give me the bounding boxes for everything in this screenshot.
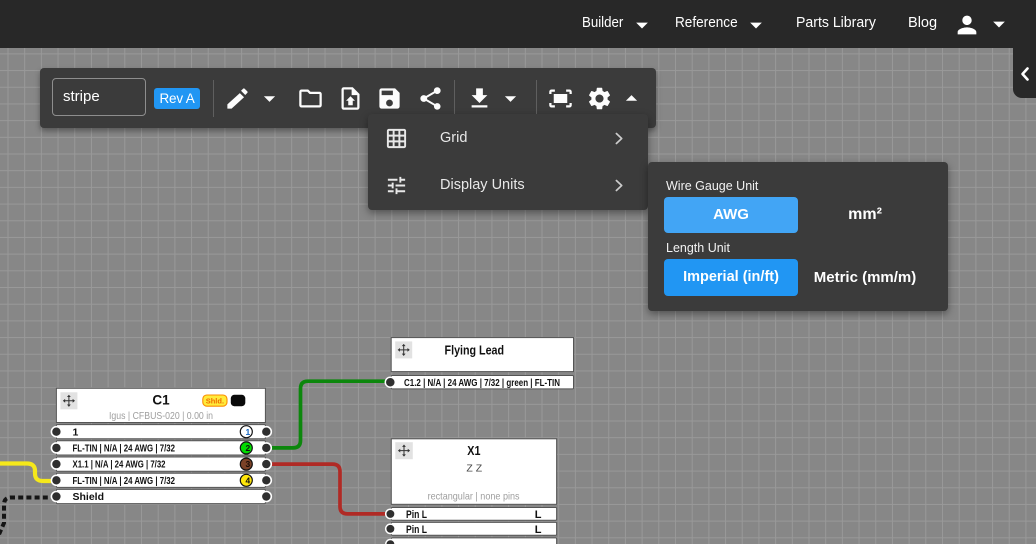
svg-text:L: L xyxy=(535,509,542,521)
svg-text:2: 2 xyxy=(246,443,251,453)
svg-text:Shld.: Shld. xyxy=(206,396,224,405)
svg-text:Flying Lead: Flying Lead xyxy=(445,344,505,358)
svg-text:Pin L: Pin L xyxy=(406,509,427,521)
svg-text:1: 1 xyxy=(73,426,79,438)
svg-text:1: 1 xyxy=(246,427,251,437)
svg-text:Igus | CFBUS-020 | 0.00 in: Igus | CFBUS-020 | 0.00 in xyxy=(109,411,213,422)
svg-text:L: L xyxy=(535,524,542,536)
svg-text:C1.2 | N/A | 24 AWG | 7/32 | g: C1.2 | N/A | 24 AWG | 7/32 | green | FL-… xyxy=(404,378,560,389)
svg-text:Shield: Shield xyxy=(73,491,105,503)
svg-text:FL-TIN | N/A | 24 AWG | 7/32: FL-TIN | N/A | 24 AWG | 7/32 xyxy=(73,443,176,455)
svg-text:Pin L: Pin L xyxy=(406,524,427,536)
svg-text:rectangular | none pins: rectangular | none pins xyxy=(428,491,520,503)
svg-text:3: 3 xyxy=(246,459,251,469)
svg-text:C1: C1 xyxy=(152,393,170,408)
svg-text:X1.1 | N/A | 24 AWG | 7/32: X1.1 | N/A | 24 AWG | 7/32 xyxy=(73,459,166,471)
svg-text:FL-TIN | N/A | 24 AWG | 7/32: FL-TIN | N/A | 24 AWG | 7/32 xyxy=(73,475,176,487)
svg-text:4: 4 xyxy=(246,475,251,485)
svg-text:Z Z: Z Z xyxy=(466,463,482,475)
svg-text:X1: X1 xyxy=(467,444,480,458)
